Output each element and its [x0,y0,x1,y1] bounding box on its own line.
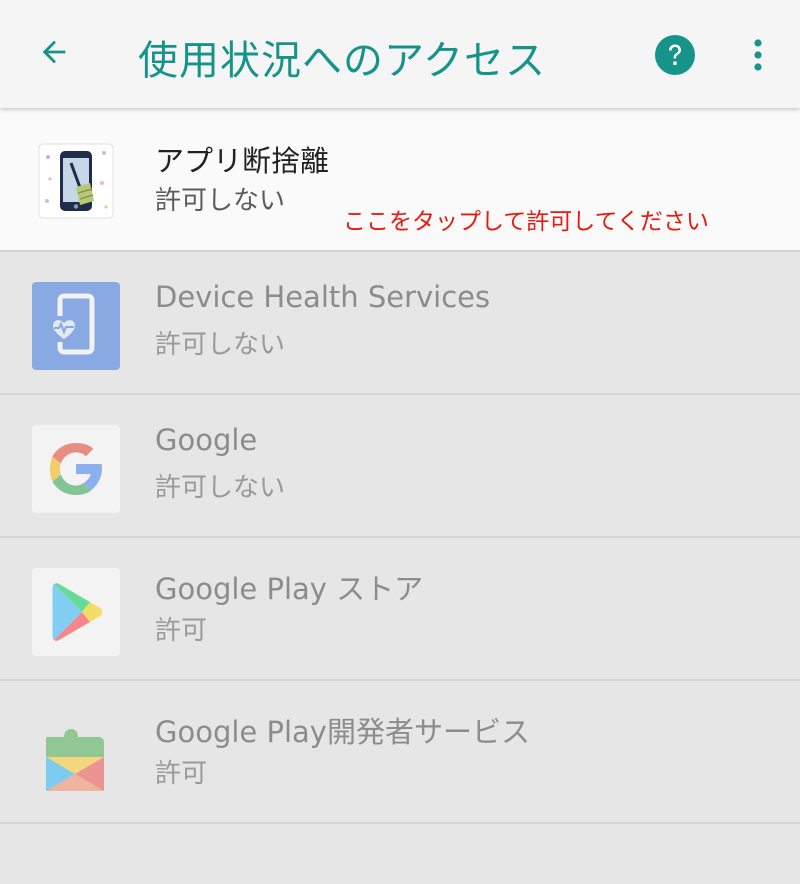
app-status: 許可しない [155,330,286,360]
list-item-play-services[interactable]: Google Play開発者サービス 許可 [0,681,800,824]
play-store-icon [32,568,120,656]
list-item-play-store[interactable]: Google Play ストア 許可 [0,538,800,681]
app-name: Device Health Services [155,280,491,314]
list-item-google[interactable]: Google 許可しない [0,395,800,538]
tap-hint: ここをタップして許可してください [343,209,709,235]
page-title: 使用状況へのアクセス [138,38,546,84]
device-health-icon [32,282,120,370]
arrow-back-icon [42,40,66,64]
app-name: アプリ断捨離 [155,144,330,178]
app-status: 許可 [155,616,208,646]
help-circle-icon [655,35,695,75]
more-options-button[interactable] [740,30,776,80]
app-name: Google [155,423,258,457]
app-bar: 使用状況へのアクセス [0,0,800,108]
app-name: Google Play ストア [155,572,424,606]
app-list: アプリ断捨離 許可しない ここをタップして許可してください Device Hea… [0,108,800,824]
app-cleanup-icon [38,143,114,219]
list-item-device-health[interactable]: Device Health Services 許可しない [0,252,800,395]
google-g-icon [32,425,120,513]
help-button[interactable] [650,30,700,80]
app-status: 許可しない [155,186,286,216]
more-vert-icon [754,39,762,71]
list-item-app-cleanup[interactable]: アプリ断捨離 許可しない ここをタップして許可してください [0,108,800,252]
app-status: 許可しない [155,473,286,503]
back-button[interactable] [28,26,80,78]
play-services-icon [32,711,120,799]
app-name: Google Play開発者サービス [155,715,530,749]
app-status: 許可 [155,759,208,789]
